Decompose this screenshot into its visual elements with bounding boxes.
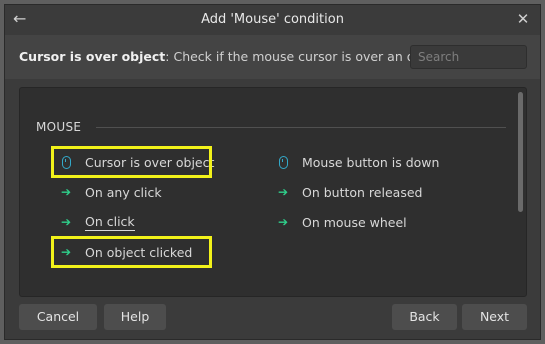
mouse-icon: [275, 154, 291, 170]
cancel-button[interactable]: Cancel: [19, 304, 97, 330]
mouse-icon: [58, 154, 74, 170]
arrow-right-icon: ➔: [277, 215, 289, 229]
help-button[interactable]: Help: [104, 304, 166, 330]
condition-on-click[interactable]: ➔ On click: [58, 211, 135, 233]
condition-label: On mouse wheel: [302, 214, 407, 230]
title-bar: ← Add 'Mouse' condition ✕: [5, 5, 540, 35]
description-row: Cursor is over object: Check if the mous…: [5, 35, 540, 79]
dialog-title: Add 'Mouse' condition: [201, 12, 344, 27]
condition-label: On any click: [85, 184, 162, 200]
condition-name: Cursor is over object: [19, 49, 166, 64]
search-input[interactable]: [410, 45, 527, 69]
arrow-right-icon: ➔: [60, 215, 72, 229]
back-button[interactable]: Back: [392, 304, 457, 330]
group-label-mouse: MOUSE: [36, 120, 82, 134]
condition-mouse-button-is-down[interactable]: Mouse button is down: [275, 151, 439, 173]
condition-cursor-is-over-object[interactable]: Cursor is over object: [58, 151, 214, 173]
condition-description-text: : Check if the mouse cursor is over an o…: [165, 49, 450, 64]
conditions-list-panel: MOUSE Cursor is over object ➔ On any cli…: [19, 87, 527, 297]
arrow-right-icon: ➔: [277, 185, 289, 199]
condition-label: On click: [85, 213, 135, 231]
condition-label: On object clicked: [85, 244, 193, 260]
condition-on-button-released[interactable]: ➔ On button released: [275, 181, 422, 203]
condition-on-object-clicked[interactable]: ➔ On object clicked: [58, 241, 192, 263]
close-icon[interactable]: ✕: [514, 9, 532, 29]
add-condition-dialog: ← Add 'Mouse' condition ✕ Cursor is over…: [4, 4, 541, 340]
scrollbar[interactable]: [518, 92, 523, 212]
group-divider: [96, 127, 506, 128]
condition-on-mouse-wheel[interactable]: ➔ On mouse wheel: [275, 211, 407, 233]
arrow-right-icon: ➔: [60, 245, 72, 259]
condition-on-any-click[interactable]: ➔ On any click: [58, 181, 162, 203]
next-button[interactable]: Next: [462, 304, 527, 330]
arrow-right-icon: ➔: [60, 185, 72, 199]
condition-label: Mouse button is down: [302, 154, 440, 170]
condition-label: On button released: [302, 184, 423, 200]
condition-label: Cursor is over object: [85, 154, 215, 170]
condition-description: Cursor is over object: Check if the mous…: [19, 49, 449, 64]
